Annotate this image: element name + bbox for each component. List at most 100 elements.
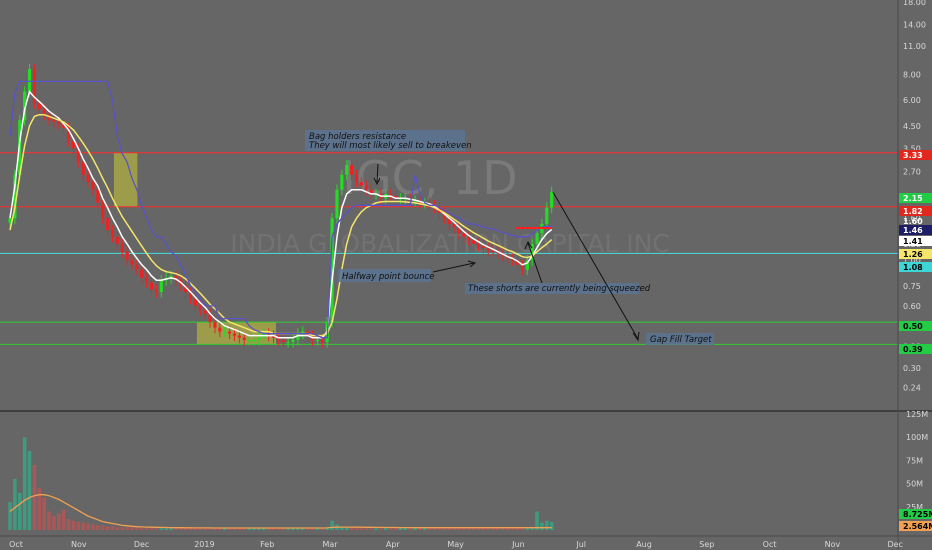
time-tick-label: Mar [322, 540, 338, 549]
volume-bar [71, 520, 76, 530]
volume-tag-0: 8.725M [899, 509, 932, 519]
time-tick-label: Nov [71, 540, 87, 549]
candle-body [198, 305, 202, 311]
annotation-halfway-bounce: Halfway point bounce [342, 272, 435, 282]
candle-body [228, 331, 232, 334]
price-tick-label: 0.60 [903, 302, 921, 311]
candle-body [52, 120, 56, 122]
price-tick-label: 0.30 [903, 364, 921, 373]
candle-body [125, 251, 129, 261]
volume-bar [149, 528, 154, 530]
candle-body [42, 109, 46, 115]
volume-bar [510, 528, 515, 530]
volume-bar [120, 527, 125, 530]
volume-bar [81, 522, 85, 530]
volume-bar [66, 518, 71, 530]
candle-body [467, 236, 471, 241]
volume-bar [125, 527, 129, 530]
candle-body [320, 339, 324, 343]
candle-body [247, 339, 251, 342]
volume-bar [374, 528, 378, 530]
volume-bar [549, 521, 554, 530]
volume-tag-1: 2.564M [899, 521, 932, 531]
price-tag-1-label: 2.15 [903, 194, 923, 203]
price-tick-label: 8.00 [903, 70, 921, 79]
price-tag-8-label: 0.50 [903, 322, 923, 331]
price-tick-label: 6.00 [903, 96, 921, 105]
price-tag-8: 0.50 [899, 321, 932, 331]
price-tick-label: 11.00 [903, 42, 926, 51]
volume-bar [13, 478, 17, 530]
candle-body [135, 264, 139, 270]
time-axis[interactable]: Oct Nov Dec 2019 Feb Mar Apr May Jun Jul Aug Sep Oct… [9, 540, 903, 549]
candle-body [340, 174, 344, 190]
candle-body [350, 165, 354, 175]
candle-body [218, 327, 222, 332]
price-tag-9: 0.39 [899, 344, 932, 354]
volume-bar [115, 527, 120, 530]
volume-bar [364, 528, 369, 530]
candle-body [130, 260, 134, 265]
volume-bar [486, 528, 491, 530]
candle-body [96, 189, 100, 203]
volume-bar [496, 528, 500, 530]
volume-bar [154, 528, 159, 530]
time-tick-label: 2019 [194, 540, 214, 549]
stock-chart[interactable]: IGC, 1D INDIA GLOBALIZATION CAPITAL INC … [0, 0, 932, 550]
volume-bar [32, 465, 37, 530]
volume-bar [105, 526, 110, 530]
candle-body [345, 165, 349, 175]
candle-body [359, 182, 363, 186]
price-tag-5: 1.41 [899, 236, 932, 246]
volume-bar [432, 528, 437, 530]
candle-body [91, 182, 95, 190]
volume-tick-label: 75M [906, 456, 923, 465]
volume-bar [427, 528, 432, 530]
time-tick-label: Sep [699, 540, 714, 549]
volume-bar [96, 525, 100, 530]
volume-bar [481, 528, 486, 530]
volume-bar [413, 528, 417, 530]
candle-body [81, 162, 85, 175]
candle-body [452, 223, 456, 228]
volume-bar [457, 528, 461, 530]
volume-bar [164, 528, 168, 530]
volume-bar [130, 527, 134, 530]
volume-bar [466, 528, 471, 530]
volume-bar [383, 528, 388, 530]
time-tick-label: Feb [260, 540, 274, 549]
price-tag-6: 1.26 [899, 249, 932, 259]
volume-bar [545, 520, 549, 530]
volume-bar [437, 528, 442, 530]
volume-tick-label: 125M [906, 410, 928, 419]
price-tag-7: 1.08 [899, 262, 932, 272]
candle-body [203, 310, 207, 314]
volume-bar [418, 528, 422, 530]
price-tick-label: 14.00 [903, 20, 926, 29]
candle-body [213, 322, 217, 328]
volume-bar [369, 528, 373, 530]
candle-body [101, 202, 105, 219]
candle-body [257, 337, 261, 340]
candle-body [86, 174, 90, 183]
candle-body [281, 339, 285, 343]
candle-body [149, 282, 154, 290]
time-tick-label: Dec [134, 540, 149, 549]
volume-bar [388, 528, 393, 530]
price-tag-7-label: 1.08 [903, 263, 923, 272]
price-tag-2-label: 1.82 [903, 207, 923, 216]
price-tag-3: 1.60 [903, 217, 923, 226]
volume-bar [359, 528, 364, 530]
volume-bar [354, 528, 359, 530]
volume-tag-1-label: 2.564M [903, 522, 932, 531]
volume-bar [22, 437, 27, 530]
candle-body [57, 121, 61, 124]
volume-bar [135, 527, 139, 530]
time-tick-label: Apr [386, 540, 401, 549]
price-tick-label: 18.00 [903, 0, 926, 7]
volume-bar [452, 528, 456, 530]
volume-tick-label: 50M [906, 480, 923, 489]
price-tag-2: 1.82 [899, 206, 932, 216]
volume-bar [91, 524, 95, 530]
candle-body [535, 233, 539, 244]
